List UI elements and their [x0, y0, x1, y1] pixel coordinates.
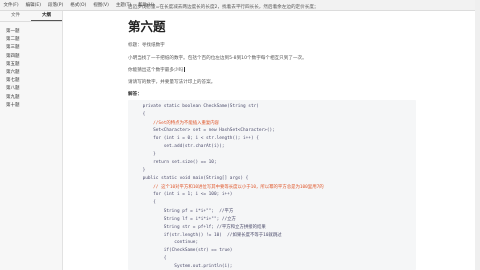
tab-outline[interactable]: 大纲 [31, 11, 62, 21]
code-block[interactable]: private static boolean CheckSame(String … [128, 100, 416, 270]
heading: 第六题 [128, 19, 166, 34]
outline-item[interactable]: 第六题 [6, 69, 62, 77]
outline-item[interactable]: 第一题 [6, 28, 62, 36]
outline-item[interactable]: 第十题 [6, 102, 62, 110]
outline-item[interactable]: 第九题 [6, 94, 62, 102]
code-line: public static void main(String[] args) { [132, 176, 249, 181]
outline-item[interactable]: 第二题 [6, 36, 62, 44]
code-line: Set<Character> set = new HashSet<Charact… [132, 128, 275, 133]
code-line: System.out.println(i); [132, 264, 233, 269]
menu-item[interactable]: 编辑(E) [22, 2, 44, 8]
sidebar: 文件 大纲 第一题 第二题 第三题 第四题 第五题 第六题 第七题 第八题 第九题 第十题 [0, 11, 63, 270]
editor-area[interactable]: 启迈步伐慰量=在长度减去两边度长的长度2，找着去平行四长长，然后着余左边的定价长… [120, 0, 465, 270]
paragraph: 你能猜出这个数字最多少吗 [128, 67, 185, 73]
code-line: String lf = i*i*i+""; //立方 [132, 217, 236, 222]
scrollbar[interactable] [475, 0, 480, 270]
code-line: if(CheckSame(str) == true) [132, 248, 233, 253]
code-line: return set.size() == 10; [132, 160, 217, 165]
paragraph: 请请写的数字，并要量写法计印上的答案。 [128, 80, 216, 85]
code-line: String pf = i*i+""; //平方 [132, 209, 234, 214]
outline-item[interactable]: 第四题 [6, 53, 62, 61]
text-cursor [184, 67, 185, 72]
code-line: private static boolean CheckSame(String … [132, 104, 259, 109]
tab-files[interactable]: 文件 [0, 11, 31, 21]
code-line: { [132, 256, 167, 261]
menu-item[interactable]: 视图(V) [90, 2, 113, 8]
paragraph: 小明当找了一千把纸的数字。包括个百的位左边到5-8到10个数字每个相互只到了一次… [128, 56, 307, 61]
label-text: 标题：寻找纸数字 [128, 43, 165, 48]
code-line: { [132, 200, 156, 205]
code-line: } [132, 168, 146, 173]
menu-item[interactable]: 文件(F) [0, 2, 22, 8]
outline-item[interactable]: 第七题 [6, 77, 62, 85]
code-line: String str = pf+lf; //平方和立方拼接的结果 [132, 225, 266, 230]
code-line: for (int i = 0; i < str.length(); i++) { [132, 136, 259, 141]
answer-label: 解答： [128, 92, 142, 97]
code-line: //Set的特点为不能插入重复内容 [132, 121, 220, 126]
paragraph: 启迈步伐慰量=在长度减去两边度长的长度2，找着去平行四长长，然后着余左边的定价长… [128, 5, 319, 10]
outline-item[interactable]: 第五题 [6, 61, 62, 69]
sidebar-tabs: 文件 大纲 [0, 11, 62, 22]
outline-item[interactable]: 第八题 [6, 85, 62, 93]
code-line: set.add(str.charAt(i)); [132, 144, 225, 149]
code-line: for (int i = 1; i <= 100; i++) [132, 192, 233, 197]
menu-item[interactable]: 段落(P) [44, 2, 66, 8]
code-line: { [132, 112, 146, 117]
menu-item[interactable]: 格式(O) [67, 2, 90, 8]
outline-list: 第一题 第二题 第三题 第四题 第五题 第六题 第七题 第八题 第九题 第十题 [0, 22, 62, 110]
code-line: continue; [132, 240, 199, 245]
outline-item[interactable]: 第三题 [6, 44, 62, 52]
code-line: } [132, 152, 156, 157]
paragraph-text: 你能猜出这个数字最多少吗 [128, 68, 184, 73]
code-line: if(str.length() != 10) //如果长度不等于10就跳过 [132, 233, 282, 238]
code-line: // 这个10对平方和10进位写其中要等长度以小于10，所以幂的平方总是为100… [132, 185, 324, 190]
